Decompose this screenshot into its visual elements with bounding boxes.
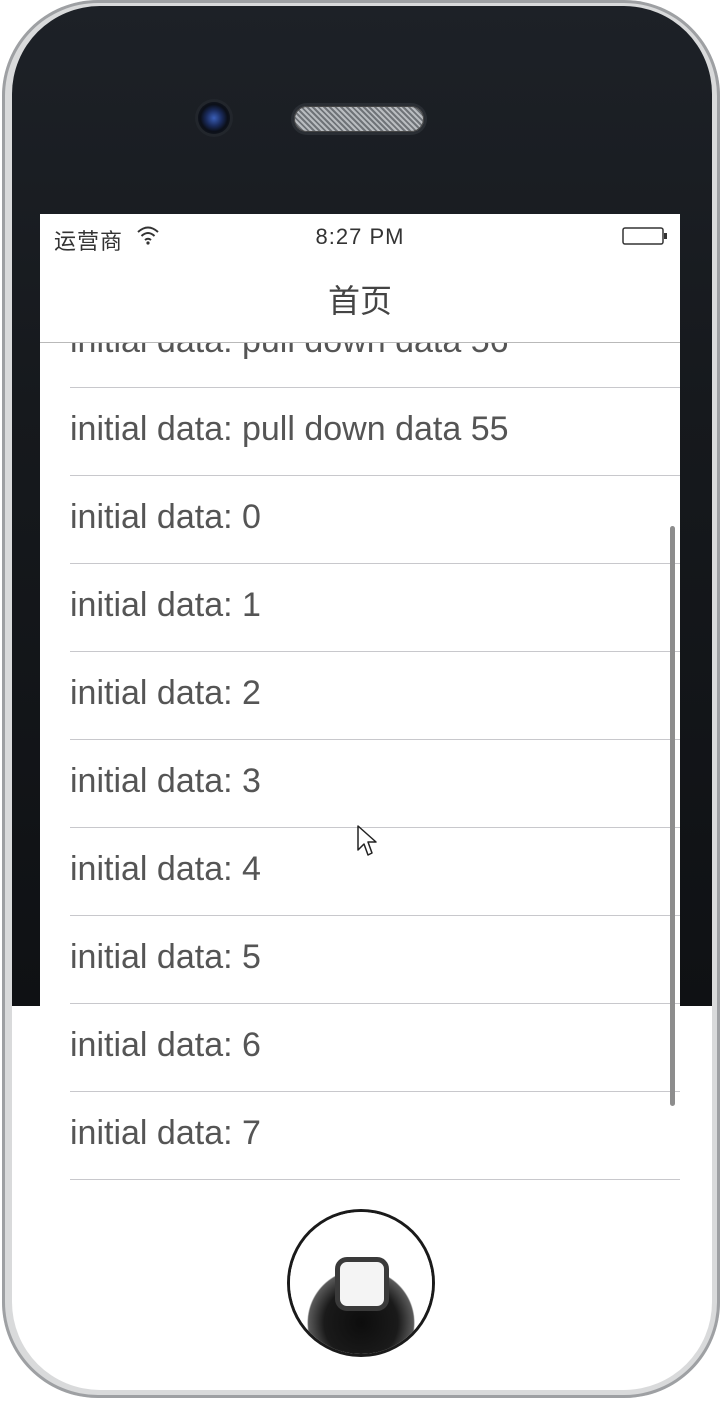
row-label: initial data: 3 bbox=[70, 762, 261, 800]
row-label: initial data: 1 bbox=[70, 586, 261, 624]
navigation-bar: 首页 bbox=[40, 256, 680, 343]
mouse-cursor-icon bbox=[357, 825, 377, 856]
status-bar: 运营商 8:27 PM bbox=[40, 214, 680, 256]
row-label: initial data: pull down data 55 bbox=[70, 410, 509, 448]
row-label: initial data: 5 bbox=[70, 938, 261, 976]
table-row[interactable]: initial data: 1 bbox=[40, 564, 680, 652]
app-screen: 运营商 8:27 PM 首页 initial data: pull down d… bbox=[40, 214, 680, 1214]
earpiece-speaker-icon bbox=[294, 106, 424, 132]
table-row[interactable]: initial data: pull down data 55 bbox=[40, 388, 680, 476]
front-camera-icon bbox=[198, 102, 230, 134]
page-title: 首页 bbox=[327, 283, 392, 319]
row-label: initial data: 7 bbox=[70, 1114, 261, 1152]
row-label: initial data: 6 bbox=[70, 1026, 261, 1064]
table-content: initial data: pull down data 56 initial … bbox=[40, 343, 680, 1180]
row-label: initial data: pull down data 56 bbox=[70, 343, 509, 361]
status-time: 8:27 PM bbox=[315, 224, 405, 249]
table-row[interactable]: initial data: 3 bbox=[40, 740, 680, 828]
battery-icon bbox=[622, 227, 667, 245]
table-row[interactable]: initial data: 7 bbox=[40, 1092, 680, 1180]
vertical-scrollbar[interactable] bbox=[670, 526, 675, 1106]
row-label: initial data: 0 bbox=[70, 498, 261, 536]
table-row[interactable]: initial data: 2 bbox=[40, 652, 680, 740]
simulator-device: 运营商 8:27 PM 首页 initial data: pull down d… bbox=[0, 0, 724, 1404]
table-row[interactable]: initial data: pull down data 56 bbox=[40, 343, 680, 388]
table-row[interactable]: initial data: 5 bbox=[40, 916, 680, 1004]
home-button[interactable] bbox=[290, 1212, 432, 1354]
table-row[interactable]: initial data: 0 bbox=[40, 476, 680, 564]
table-row[interactable]: initial data: 6 bbox=[40, 1004, 680, 1092]
table-view[interactable]: initial data: pull down data 56 initial … bbox=[40, 343, 680, 1214]
row-label: initial data: 4 bbox=[70, 850, 261, 888]
row-label: initial data: 2 bbox=[70, 674, 261, 712]
home-square-icon bbox=[335, 1257, 389, 1311]
